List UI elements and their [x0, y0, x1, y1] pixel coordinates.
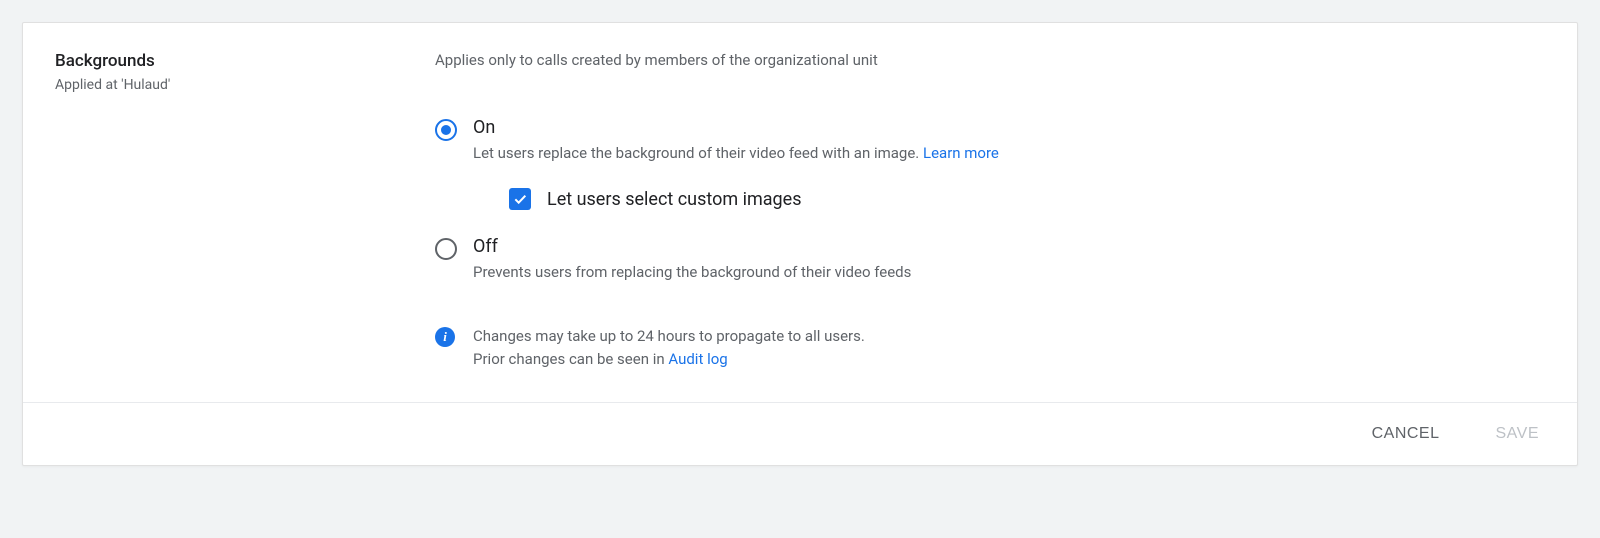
cancel-button[interactable]: CANCEL: [1368, 419, 1444, 449]
section-description: Applies only to calls created by members…: [435, 51, 1545, 69]
learn-more-link[interactable]: Learn more: [923, 144, 999, 162]
custom-images-label: Let users select custom images: [547, 189, 802, 210]
radio-off-description: Prevents users from replacing the backgr…: [473, 263, 911, 281]
settings-card: Backgrounds Applied at 'Hulaud' Applies …: [22, 22, 1578, 466]
info-text: Changes may take up to 24 hours to propa…: [473, 325, 865, 370]
info-icon: i: [435, 327, 455, 347]
radio-off-label: Off: [473, 236, 911, 257]
backgrounds-radio-group: On Let users replace the background of t…: [435, 117, 1545, 281]
radio-on-description: Let users replace the background of thei…: [473, 144, 999, 162]
custom-images-checkbox[interactable]: [509, 188, 531, 210]
radio-on-label: On: [473, 117, 999, 138]
radio-on[interactable]: [435, 119, 457, 141]
section-title: Backgrounds: [55, 51, 435, 71]
audit-log-link[interactable]: Audit log: [668, 350, 727, 368]
radio-off[interactable]: [435, 238, 457, 260]
applied-at-label: Applied at 'Hulaud': [55, 77, 435, 93]
checkmark-icon: [512, 191, 528, 207]
save-button[interactable]: SAVE: [1492, 419, 1544, 449]
